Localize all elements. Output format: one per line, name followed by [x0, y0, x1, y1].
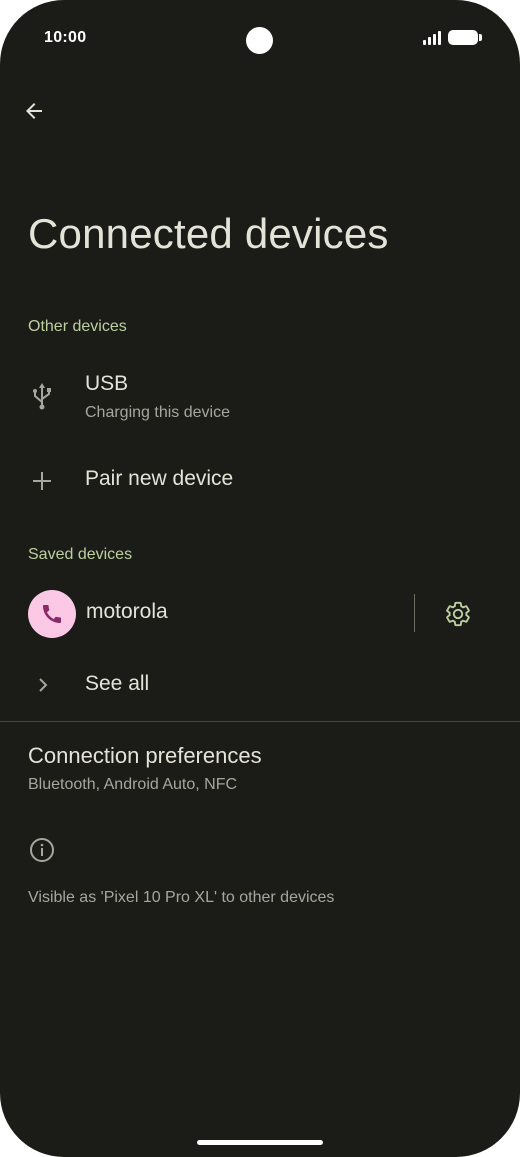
- section-divider: [0, 721, 520, 722]
- signal-icon: [423, 30, 441, 45]
- usb-icon: [28, 380, 56, 412]
- status-time: 10:00: [44, 29, 87, 46]
- vertical-divider: [414, 594, 415, 632]
- back-button[interactable]: [18, 95, 50, 127]
- section-header-other-devices: Other devices: [28, 318, 127, 335]
- chevron-right-icon: [30, 672, 56, 698]
- device-avatar: [28, 590, 76, 638]
- status-icons: [423, 30, 482, 45]
- phone-icon: [43, 605, 61, 623]
- visibility-text: Visible as 'Pixel 10 Pro XL' to other de…: [28, 889, 335, 906]
- phone-screen: 10:00 Connected devices Other devices US…: [0, 0, 520, 1157]
- device-settings-button[interactable]: [436, 592, 480, 636]
- arrow-back-icon: [26, 103, 42, 119]
- see-all-label: See all: [85, 672, 150, 695]
- device-name: motorola: [86, 600, 168, 623]
- home-indicator[interactable]: [197, 1140, 323, 1145]
- camera-cutout: [246, 27, 273, 54]
- usb-subtitle: Charging this device: [85, 404, 230, 421]
- plus-icon: [28, 467, 56, 495]
- page-title: Connected devices: [28, 210, 389, 257]
- battery-icon: [448, 30, 482, 45]
- pair-new-device-label: Pair new device: [85, 467, 234, 490]
- connection-preferences-title: Connection preferences: [28, 743, 262, 768]
- info-icon: [28, 836, 56, 864]
- usb-title: USB: [85, 372, 129, 395]
- connection-preferences-subtitle: Bluetooth, Android Auto, NFC: [28, 776, 238, 793]
- gear-icon: [446, 601, 470, 627]
- section-header-saved-devices: Saved devices: [28, 546, 133, 563]
